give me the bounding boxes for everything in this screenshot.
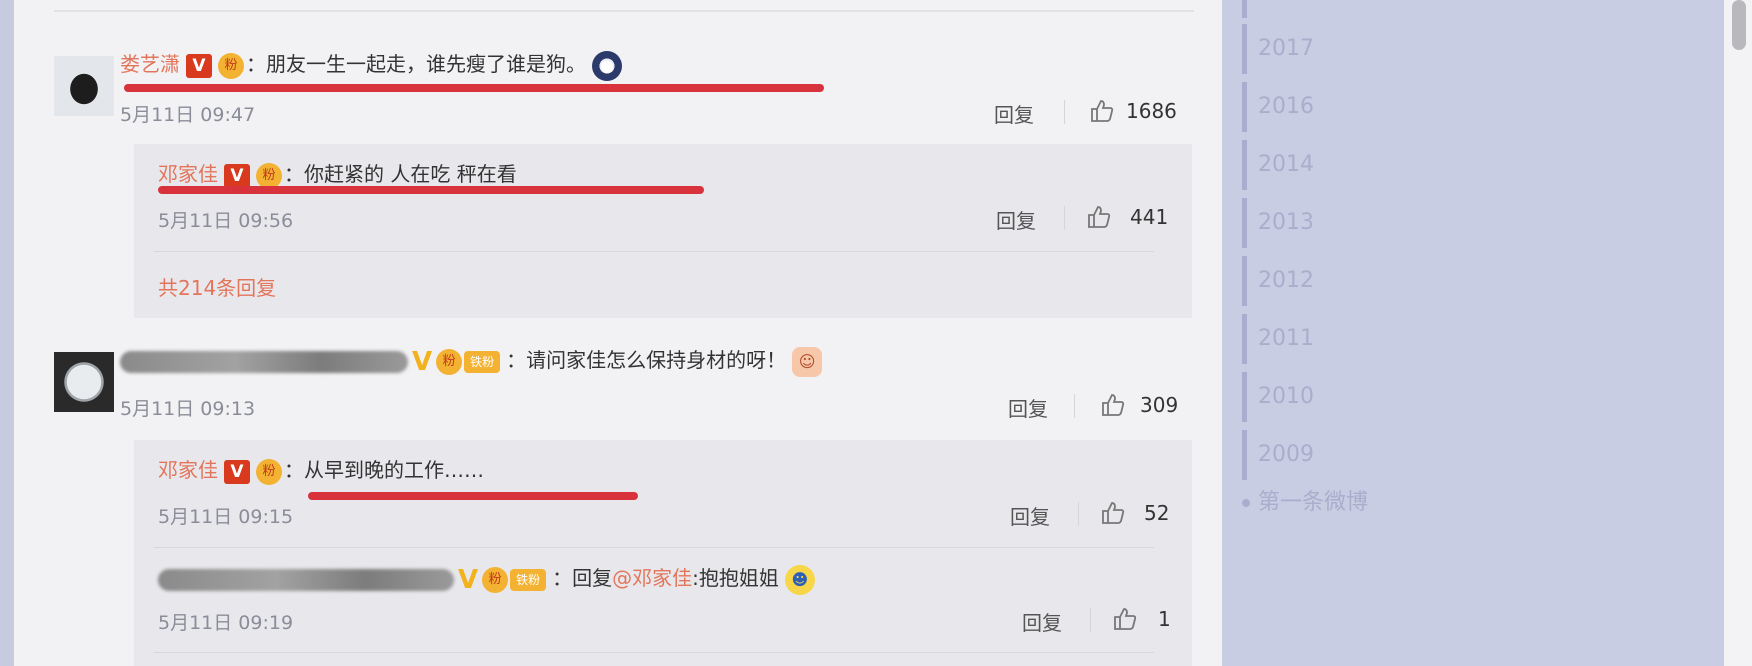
like-count: 441: [1130, 205, 1169, 229]
like-thumb-icon[interactable]: [1112, 606, 1138, 632]
avatar[interactable]: [54, 56, 114, 116]
reply-box: 邓家佳 V 粉：从早到晚的工作…… 5月11日 09:15 回复 52 V 粉铁粉 ：回…: [134, 440, 1192, 666]
left-margin: [0, 0, 14, 666]
reply-timestamp: 5月11日 09:56: [158, 210, 294, 232]
reply-timestamp: 5月11日 09:19: [158, 612, 294, 634]
separator: [1074, 394, 1075, 418]
reply-button[interactable]: 回复: [1022, 607, 1062, 636]
timeline-bar: [1242, 314, 1247, 364]
reply-button[interactable]: 回复: [994, 99, 1034, 128]
year-label[interactable]: 2013: [1258, 210, 1314, 235]
like-thumb-icon[interactable]: [1089, 98, 1115, 124]
reply-button[interactable]: 回复: [1008, 393, 1048, 422]
fan-medal-icon: 粉: [482, 566, 509, 593]
fan-level-badge: 铁粉: [510, 568, 547, 591]
bullet-icon: [1242, 499, 1250, 507]
more-replies-link[interactable]: 共214条回复: [158, 272, 276, 301]
mention-link[interactable]: @邓家佳: [612, 566, 692, 590]
first-post-link[interactable]: 第一条微博: [1242, 484, 1368, 516]
year-label[interactable]: 2011: [1258, 326, 1314, 351]
scrollbar-track[interactable]: [1724, 0, 1752, 666]
timeline-bar: [1242, 82, 1247, 132]
comment-timestamp: 5月11日 09:47: [120, 104, 256, 126]
timeline-bar: [1242, 24, 1247, 74]
redacted-username: [120, 350, 408, 373]
comment-line: V 粉铁粉 ：请问家佳怎么保持身材的呀！ ☺: [120, 346, 823, 377]
red-underline-annotation: [124, 84, 824, 92]
reply-text: 你赶紧的 人在吃 秤在看: [304, 162, 517, 186]
timeline-bar: [1242, 0, 1247, 18]
scrollbar-thumb[interactable]: [1732, 0, 1746, 50]
username-link[interactable]: 邓家佳: [158, 162, 218, 186]
reply-button[interactable]: 回复: [1010, 501, 1050, 530]
comment-feed: 娄艺潇 V 粉：朋友一生一起走，谁先瘦了谁是狗。 ● 5月11日 09:47 回复 1…: [14, 0, 1222, 666]
colon: ：: [246, 52, 266, 76]
reply-text: :抱抱姐姐: [692, 566, 779, 590]
verified-v-icon: V: [412, 346, 433, 377]
reply-prefix: 回复: [572, 566, 613, 590]
username-link[interactable]: 娄艺潇: [120, 52, 180, 76]
fan-medal-icon: 粉: [218, 52, 244, 79]
timeline-bar: [1242, 256, 1247, 306]
red-underline-annotation: [308, 492, 638, 500]
comment-line: 娄艺潇 V 粉：朋友一生一起走，谁先瘦了谁是狗。 ●: [120, 50, 622, 81]
year-label[interactable]: 2016: [1258, 94, 1314, 119]
fan-medal-icon: 粉: [436, 348, 463, 375]
reply-button[interactable]: 回复: [996, 205, 1036, 234]
separator: [1064, 100, 1065, 124]
comment-text: 请问家佳怎么保持身材的呀！: [526, 348, 787, 372]
divider: [154, 652, 1154, 653]
colon: ：: [506, 348, 527, 372]
timeline-sidebar: 2017 2016 2014 2013 2012 2011 2010 2009 …: [1222, 0, 1724, 666]
dog-emoji-icon: ●: [592, 50, 622, 81]
year-label[interactable]: 2009: [1258, 442, 1314, 467]
separator: [1090, 608, 1091, 632]
separator: [1064, 206, 1065, 230]
like-count: 309: [1140, 393, 1179, 417]
first-post-label[interactable]: 第一条微博: [1258, 490, 1368, 515]
verified-v-icon: V: [186, 53, 212, 78]
like-thumb-icon[interactable]: [1086, 204, 1112, 230]
comment-timestamp: 5月11日 09:13: [120, 398, 256, 420]
comment-text: 朋友一生一起走，谁先瘦了谁是狗。: [266, 52, 586, 76]
sticker-emoji-icon: ☺: [792, 346, 823, 377]
username-link[interactable]: 邓家佳: [158, 458, 218, 482]
fan-medal-icon: 粉: [256, 458, 282, 485]
avatar[interactable]: [54, 352, 114, 412]
red-underline-annotation: [158, 186, 704, 194]
verified-v-icon: V: [458, 564, 479, 595]
reply-timestamp: 5月11日 09:15: [158, 506, 294, 528]
fan-medal-icon: 粉: [256, 162, 282, 189]
divider: [54, 10, 1194, 12]
year-label[interactable]: 2010: [1258, 384, 1314, 409]
colon: ：: [284, 458, 304, 482]
reply-line: V 粉铁粉 ：回复@邓家佳:抱抱姐姐 ☻: [158, 564, 815, 595]
like-thumb-icon[interactable]: [1100, 392, 1126, 418]
reply-line: 邓家佳 V 粉：从早到晚的工作……: [158, 456, 484, 485]
timeline-bar: [1242, 372, 1247, 422]
divider: [154, 547, 1154, 548]
reply-box: 邓家佳 V 粉：你赶紧的 人在吃 秤在看 5月11日 09:56 回复 441 共2…: [134, 144, 1192, 318]
timeline-bar: [1242, 140, 1247, 190]
fan-level-badge: 铁粉: [464, 350, 501, 373]
verified-v-icon: V: [224, 459, 250, 484]
divider: [154, 251, 1154, 252]
like-count: 1: [1158, 607, 1171, 631]
timeline-bar: [1242, 430, 1247, 480]
timeline-bar: [1242, 198, 1247, 248]
like-count: 1686: [1126, 99, 1177, 123]
separator: [1078, 502, 1079, 526]
reply-line: 邓家佳 V 粉：你赶紧的 人在吃 秤在看: [158, 160, 517, 189]
year-label[interactable]: 2017: [1258, 36, 1314, 61]
hug-emoji-icon: ☻: [784, 564, 815, 595]
verified-v-icon: V: [224, 163, 250, 188]
year-label[interactable]: 2014: [1258, 152, 1314, 177]
like-thumb-icon[interactable]: [1100, 500, 1126, 526]
year-label[interactable]: 2012: [1258, 268, 1314, 293]
colon: ：: [284, 162, 304, 186]
like-count: 52: [1144, 501, 1170, 525]
colon: ：: [552, 566, 573, 590]
redacted-username: [158, 568, 454, 591]
reply-text: 从早到晚的工作……: [304, 458, 484, 482]
